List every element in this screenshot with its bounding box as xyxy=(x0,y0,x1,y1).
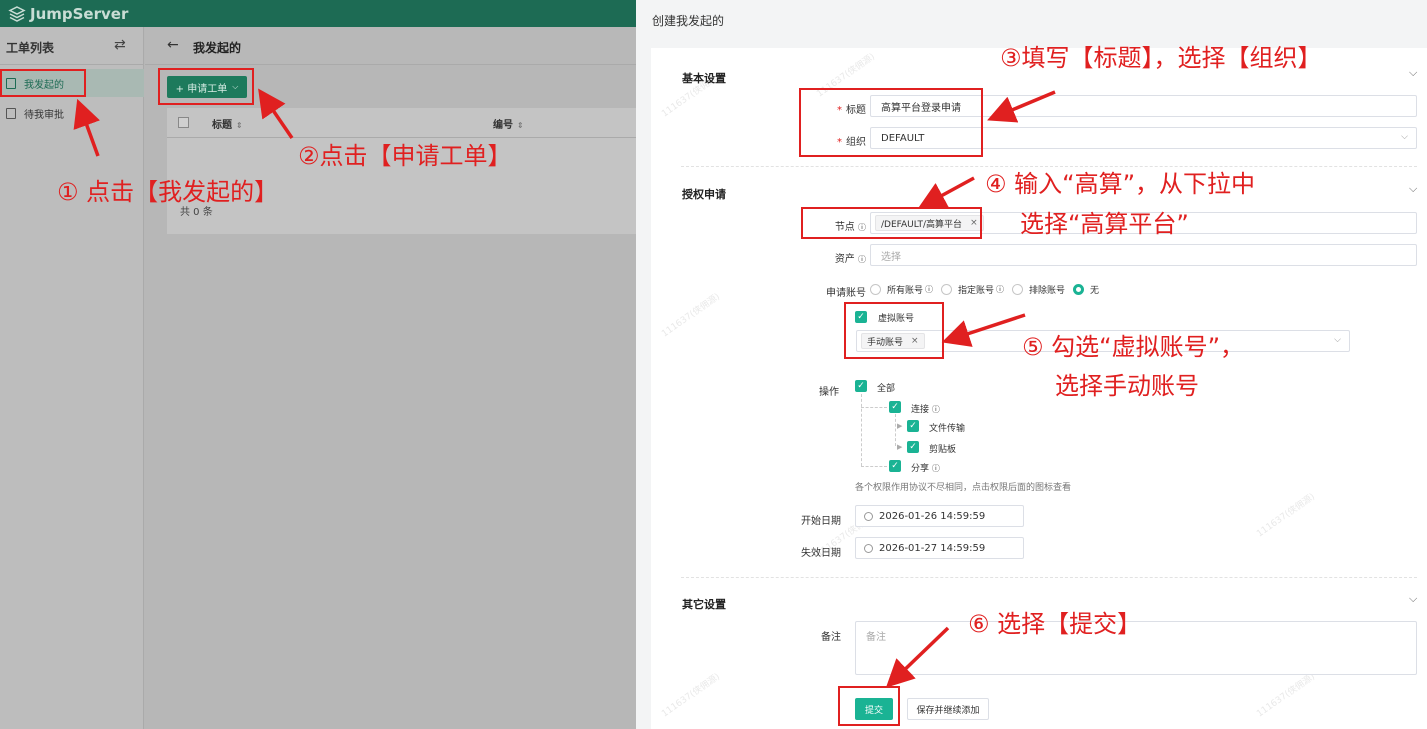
highlight-box-virtual-account xyxy=(844,302,944,359)
watermark: 111637(侠佣源) xyxy=(660,672,722,720)
radio-none[interactable]: 无 xyxy=(1073,283,1099,296)
section-title-basic: 基本设置 xyxy=(682,72,726,85)
asset-label: 资产 ⓘ xyxy=(834,254,866,265)
column-header-number[interactable]: 编号 ⇕ xyxy=(493,116,524,131)
start-date-value: 2026-01-26 14:59:59 xyxy=(879,510,986,522)
page-title: 我发起的 xyxy=(193,41,242,55)
actions-hint: 各个权限作用协议不尽相同，点击权限后面的图标查看 xyxy=(855,483,1072,493)
highlight-box-title-org xyxy=(799,88,983,157)
end-date-picker[interactable]: 2026-01-27 14:59:59 xyxy=(855,537,1024,559)
brand-name: JumpServer xyxy=(30,4,129,23)
clock-icon xyxy=(864,511,873,521)
watermark: 111637(侠佣源) xyxy=(1255,492,1317,540)
collapse-chevron-icon[interactable]: ⌵ xyxy=(1409,182,1417,196)
radio-specified-accounts[interactable]: 指定账号 ⓘ xyxy=(941,283,1004,296)
radio-excluded-accounts[interactable]: 排除账号 xyxy=(1012,283,1065,296)
annotation-step3: ③填写【标题】，选择【组织】 xyxy=(1000,44,1322,72)
collapse-chevron-icon[interactable]: ⌵ xyxy=(1409,592,1417,606)
back-arrow-icon[interactable]: ← xyxy=(167,37,179,53)
jumpserver-logo-icon xyxy=(8,5,26,22)
sort-icon: ⇕ xyxy=(517,121,524,130)
tree-line xyxy=(861,394,862,466)
section-title-auth: 授权申请 xyxy=(682,188,726,201)
help-icon[interactable]: ⓘ xyxy=(932,464,940,473)
highlight-box-my-initiated xyxy=(0,69,86,97)
start-date-picker[interactable]: 2026-01-26 14:59:59 xyxy=(855,505,1024,527)
tree-line xyxy=(861,466,887,467)
highlight-box-submit xyxy=(838,686,900,726)
account-radio-group: 所有账号 ⓘ 指定账号 ⓘ 排除账号 无 xyxy=(870,283,1107,296)
save-continue-button[interactable]: 保存并继续添加 xyxy=(907,698,989,720)
action-share-checkbox[interactable]: ✓ xyxy=(889,460,901,472)
action-connect-label: 连接 ⓘ xyxy=(911,405,940,415)
account-label: 申请账号 xyxy=(826,288,866,299)
chevron-down-icon: ⌵ xyxy=(1334,335,1341,345)
table-header: 标题 ⇕ 编号 ⇕ xyxy=(167,108,636,138)
radio-all-accounts[interactable]: 所有账号 ⓘ xyxy=(870,283,933,296)
sidebar-item-label: 待我审批 xyxy=(24,109,64,121)
help-icon[interactable]: ⓘ xyxy=(925,284,933,295)
tree-line xyxy=(895,414,896,446)
swap-icon[interactable]: ⇄ xyxy=(114,37,126,53)
annotation-step5-line2: 选择手动账号 xyxy=(1055,372,1199,400)
document-icon xyxy=(6,107,16,119)
section-divider xyxy=(681,577,1417,578)
sidebar-header: 工单列表 ⇄ xyxy=(0,27,144,65)
action-all-label: 全部 xyxy=(877,384,896,394)
annotation-step2: ②点击【申请工单】 xyxy=(298,142,512,170)
help-icon[interactable]: ⓘ xyxy=(996,284,1004,295)
action-all-checkbox[interactable]: ✓ xyxy=(855,380,867,392)
app-logo[interactable]: JumpServer xyxy=(8,3,128,24)
watermark: 111637(侠佣源) xyxy=(1255,672,1317,720)
annotation-step6: ⑥ 选择【提交】 xyxy=(968,610,1142,638)
sort-icon: ⇕ xyxy=(236,121,243,130)
actions-label: 操作 xyxy=(819,387,839,398)
column-header-title[interactable]: 标题 ⇕ xyxy=(212,116,243,131)
collapse-chevron-icon[interactable]: ⌵ xyxy=(1409,66,1417,80)
sidebar-title: 工单列表 xyxy=(6,41,55,55)
action-share-label: 分享 ⓘ xyxy=(911,464,940,474)
action-clipboard-checkbox[interactable]: ✓ xyxy=(907,441,919,453)
annotation-step4-line2: 选择“高算平台” xyxy=(1020,210,1189,238)
asset-select-placeholder: 选择 xyxy=(881,251,901,263)
tree-line xyxy=(861,407,887,408)
highlight-box-node xyxy=(801,207,982,239)
annotation-step4-line1: ④ 输入“高算”，从下拉中 xyxy=(985,170,1256,198)
expand-triangle-icon[interactable]: ▶ xyxy=(897,443,902,451)
end-date-label: 失效日期 xyxy=(801,548,841,559)
ticket-table: 标题 ⇕ 编号 ⇕ 共 0 条 xyxy=(167,108,636,234)
remark-label: 备注 xyxy=(821,632,841,643)
help-icon[interactable]: ⓘ xyxy=(858,255,866,264)
action-clipboard-label: 剪贴板 xyxy=(929,445,957,455)
top-navbar: JumpServer xyxy=(0,0,636,27)
page-header: ← 我发起的 xyxy=(145,27,636,65)
select-all-checkbox[interactable] xyxy=(178,117,189,128)
action-file-transfer-label: 文件传输 xyxy=(929,424,966,434)
clock-icon xyxy=(864,543,873,553)
highlight-box-apply-button xyxy=(158,68,254,105)
action-file-transfer-checkbox[interactable]: ✓ xyxy=(907,420,919,432)
annotation-step5-line1: ⑤ 勾选“虚拟账号”， xyxy=(1022,333,1245,361)
watermark: 111637(侠佣源) xyxy=(660,292,722,340)
asset-select[interactable]: 选择 xyxy=(870,244,1417,266)
drawer-title: 创建我发起的 xyxy=(652,14,725,28)
annotation-step1: ① 点击【我发起的】 xyxy=(57,178,279,206)
section-title-other: 其它设置 xyxy=(682,598,726,611)
expand-triangle-icon[interactable]: ▶ xyxy=(897,422,902,430)
start-date-label: 开始日期 xyxy=(801,516,841,527)
end-date-value: 2026-01-27 14:59:59 xyxy=(879,542,986,554)
remark-placeholder: 备注 xyxy=(866,632,886,643)
help-icon[interactable]: ⓘ xyxy=(932,405,940,414)
chevron-down-icon: ⌵ xyxy=(1401,132,1408,142)
sidebar: 工单列表 ⇄ 我发起的 待我审批 xyxy=(0,27,144,729)
sidebar-item-pending-approval[interactable]: 待我审批 xyxy=(0,99,144,127)
action-connect-checkbox[interactable]: ✓ xyxy=(889,401,901,413)
